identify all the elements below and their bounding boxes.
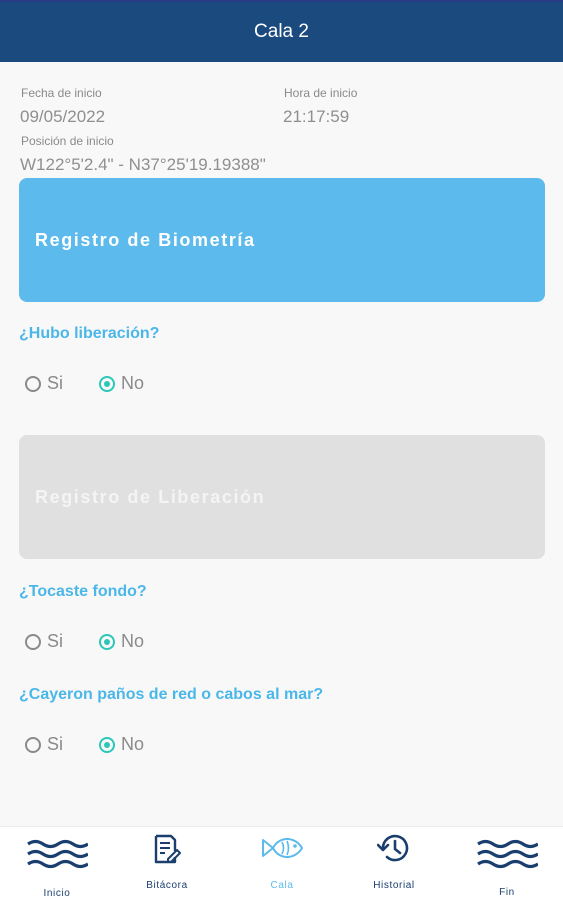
start-time-label: Hora de inicio [284, 86, 358, 100]
bottom-touch-radio-group: Si No [25, 631, 180, 652]
app-header: Cala 2 [0, 0, 563, 62]
net-loss-option-si[interactable]: Si [25, 734, 63, 755]
start-date-value: 09/05/2022 [20, 107, 106, 126]
release-option-no[interactable]: No [99, 373, 144, 394]
nav-item-bitacora[interactable]: Bitácora [117, 827, 217, 901]
nav-label-bitacora: Bitácora [146, 880, 188, 891]
net-loss-option-no[interactable]: No [99, 734, 144, 755]
start-date-label: Fecha de inicio [21, 86, 102, 100]
start-position-label: Posición de inicio [21, 134, 114, 148]
radio-selected-icon [99, 633, 116, 650]
page-title: Cala 2 [254, 21, 309, 42]
nav-item-cala[interactable]: Cala [232, 827, 332, 901]
bottom-navigation: Inicio Bitácora Cala Historial Fin [0, 826, 563, 901]
bottom-touch-option-si[interactable]: Si [25, 631, 63, 652]
release-record-label: Registro de Liberación [35, 486, 266, 507]
release-radio-group: Si No [25, 373, 180, 394]
net-loss-radio-group: Si No [25, 734, 180, 755]
history-icon [377, 834, 409, 862]
radio-unselected-icon [25, 633, 41, 650]
nav-label-historial: Historial [373, 880, 415, 891]
release-question: ¿Hubo liberación? [19, 325, 160, 342]
waves-icon [477, 839, 538, 869]
start-position-value: W122°5'2.4" - N37°25'19.19388" [20, 155, 266, 174]
waves-icon [27, 839, 88, 869]
bottom-touch-option-no[interactable]: No [99, 631, 144, 652]
nav-label-cala: Cala [270, 880, 294, 891]
radio-selected-icon [99, 736, 116, 753]
net-loss-question: ¿Cayeron paños de red o cabos al mar? [19, 686, 324, 703]
nav-item-historial[interactable]: Historial [344, 827, 444, 901]
logbook-icon [154, 834, 181, 864]
nav-label-inicio: Inicio [43, 888, 71, 899]
nav-item-fin[interactable]: Fin [457, 827, 557, 901]
nav-item-inicio[interactable]: Inicio [7, 827, 107, 901]
release-record-button[interactable]: Registro de Liberación [19, 435, 545, 559]
biometry-record-button[interactable]: Registro de Biometría [19, 178, 545, 302]
release-option-si[interactable]: Si [25, 373, 63, 394]
start-time-value: 21:17:59 [283, 107, 350, 126]
radio-selected-icon [99, 375, 116, 392]
fish-icon [262, 838, 304, 858]
radio-unselected-icon [25, 375, 41, 392]
radio-unselected-icon [25, 736, 41, 753]
nav-label-fin: Fin [499, 887, 515, 898]
bottom-touch-question: ¿Tocaste fondo? [19, 583, 147, 600]
biometry-record-label: Registro de Biometría [35, 229, 256, 250]
